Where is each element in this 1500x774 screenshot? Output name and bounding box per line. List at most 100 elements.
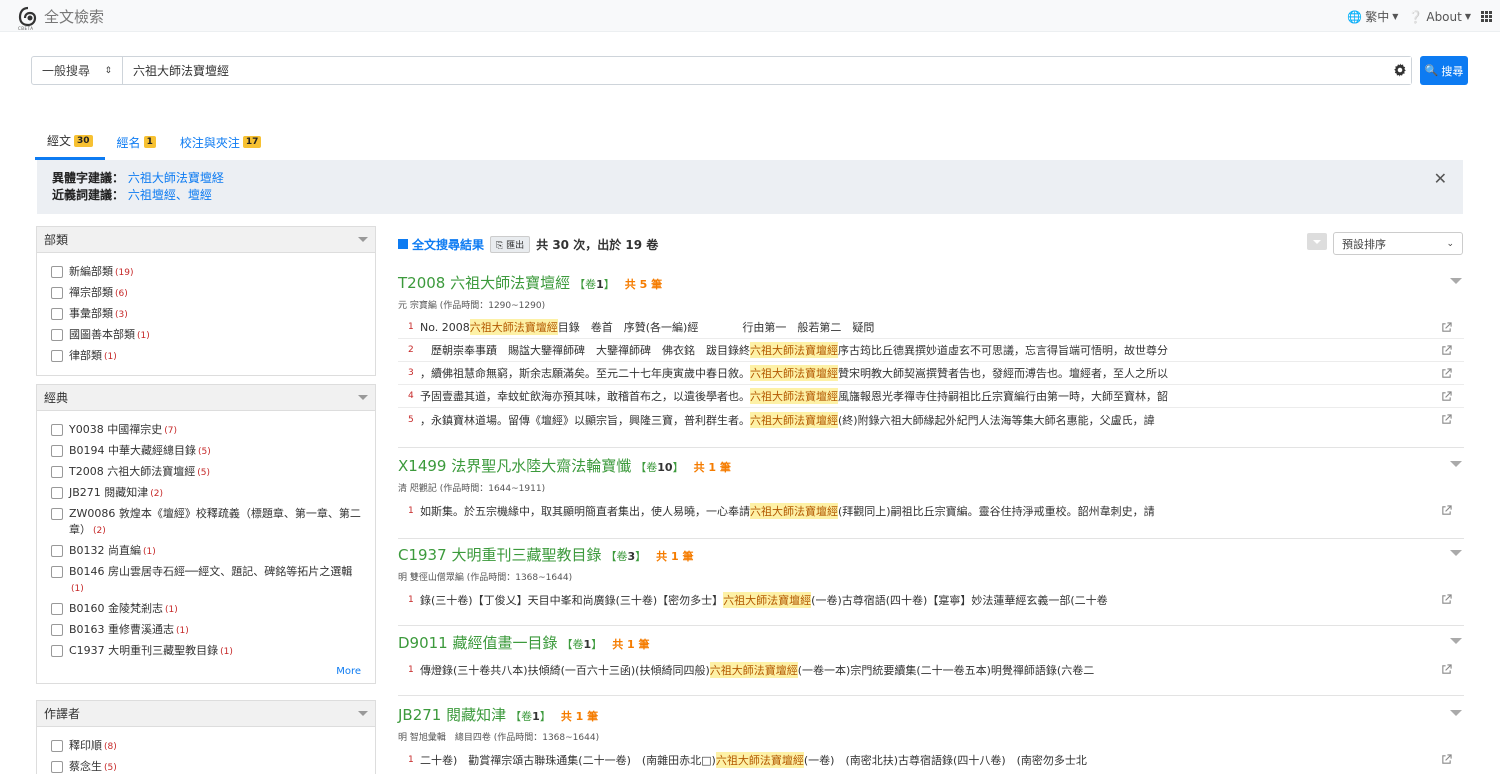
more-link[interactable]: More xyxy=(51,666,361,677)
tab-title[interactable]: 經名 1 xyxy=(105,128,168,160)
facet-item[interactable]: 新編部類 (19) xyxy=(51,264,361,281)
facet-header[interactable]: 部類 xyxy=(37,227,375,253)
facet-header[interactable]: 作譯者 xyxy=(37,701,375,727)
search-type-select[interactable]: 一般搜尋 ⇕ xyxy=(32,57,123,84)
facet-item[interactable]: 律部類 (1) xyxy=(51,348,361,365)
checkbox[interactable] xyxy=(51,329,63,341)
facet-item[interactable]: 事彙部類 (3) xyxy=(51,306,361,323)
caret-down-icon[interactable] xyxy=(1450,278,1462,284)
result-tabs: 經文 30 經名 1 校注與夾注 17 xyxy=(35,128,273,160)
facet-item[interactable]: JB271 閱藏知津 (2) xyxy=(51,485,361,502)
hit-row[interactable]: 1 傳燈錄(三十卷共八本)扶傾綺(一百六十三函)(扶傾綺同四般) 六祖大師法寶壇經(… xyxy=(398,658,1464,681)
external-link-icon[interactable] xyxy=(1441,414,1452,425)
work-title[interactable]: D9011 藏經值畫一目錄 【卷1】共 1 筆 xyxy=(398,632,1464,653)
checkbox[interactable] xyxy=(51,466,63,478)
facet-item[interactable]: B0132 尚直編 (1) xyxy=(51,543,361,560)
hit-row[interactable]: 1 No. 2008 六祖大師法寶壇經 目錄 卷首 序贊(各一編)經 行由第一 般若第… xyxy=(398,316,1464,339)
total-count: 共 1 筆 xyxy=(560,710,599,723)
hit-row[interactable]: 1 二十卷) 勸賞禪宗頌古聯珠通集(二十一卷) (南雜田赤北□) 六祖大師法寶壇經(… xyxy=(398,748,1464,771)
facet-item[interactable]: 禪宗部類 (6) xyxy=(51,285,361,302)
variant-link[interactable]: 六祖大師法寶壇経 xyxy=(128,171,224,185)
external-link-icon[interactable] xyxy=(1441,754,1452,765)
checkbox[interactable] xyxy=(51,603,63,615)
work-title[interactable]: JB271 閱藏知津 【卷1】共 1 筆 xyxy=(398,704,1464,725)
facet-item[interactable]: B0194 中華大藏經總目錄 (5) xyxy=(51,443,361,460)
checkbox[interactable] xyxy=(51,761,63,773)
caret-down-icon[interactable] xyxy=(1450,710,1462,716)
work-meta: 明 雙徑山僧眾編 (作品時間：1368~1644) xyxy=(398,573,573,583)
tab-notes[interactable]: 校注與夾注 17 xyxy=(168,128,274,160)
hit-row[interactable]: 5 ，永鎮寶林道場。留傳《壇經》以顯宗旨，興隆三寶，普利群生者。 六祖大師法寶壇經(… xyxy=(398,408,1464,431)
globe-icon: 🌐 xyxy=(1347,9,1363,24)
external-link-icon[interactable] xyxy=(1441,594,1452,605)
total-count: 共 5 筆 xyxy=(624,278,663,291)
tab-text[interactable]: 經文 30 xyxy=(35,128,105,160)
checkbox[interactable] xyxy=(51,424,63,436)
caret-down-icon[interactable] xyxy=(1450,461,1462,467)
facet-item[interactable]: B0146 房山雲居寺石經──經文、題記、碑銘等拓片之選輯(1) xyxy=(51,564,361,597)
hit-row[interactable]: 3 ，續佛祖慧命無窮，斯余志願滿矣。至元二十七年庚寅歲中春日敘。 六祖大師法寶壇經贊… xyxy=(398,362,1464,385)
checkbox[interactable] xyxy=(51,445,63,457)
work-title[interactable]: T2008 六祖大師法寶壇經 【卷1】共 5 筆 xyxy=(398,272,1464,293)
results-header: 全文搜尋結果 ⎘ 匯出 共 30 次，出於 19 卷 xyxy=(398,233,1464,255)
checkbox[interactable] xyxy=(51,645,63,657)
facet-item[interactable]: 國圖善本部類 (1) xyxy=(51,327,361,344)
close-icon[interactable]: ✕ xyxy=(1434,170,1447,187)
hit-row[interactable]: 2 歷朝崇奉事蹟 賜諡大鑒禪師碑 大鑒禪師碑 佛衣銘 跋目錄終 六祖大師法寶壇經序… xyxy=(398,339,1464,362)
app-title[interactable]: 全文檢索 xyxy=(44,6,104,27)
facet-item[interactable]: 釋印順 (8) xyxy=(51,738,361,755)
facet-header[interactable]: 經典 xyxy=(37,385,375,411)
facet-item[interactable]: Y0038 中國禪宗史 (7) xyxy=(51,422,361,439)
facet-item[interactable]: 蔡念生 (5) xyxy=(51,759,361,774)
caret-down-icon xyxy=(358,395,368,400)
apps-grid-icon[interactable] xyxy=(1481,11,1492,22)
caret-down-icon[interactable] xyxy=(1450,550,1462,556)
checkbox[interactable] xyxy=(51,508,63,520)
about-menu[interactable]: ❔ About ▼ xyxy=(1408,10,1471,24)
export-button[interactable]: ⎘ 匯出 xyxy=(490,235,531,253)
variant-suggestion: 異體字建議： 六祖大師法寶壇経 xyxy=(52,171,224,185)
work-title[interactable]: X1499 法界聖凡水陸大齋法輪寶懺 【卷10】共 1 筆 xyxy=(398,455,1464,476)
checkbox[interactable] xyxy=(51,287,63,299)
hit-row[interactable]: 4 予固壹盡其道，幸蚊虻飲海亦預其味，敢稽首布之，以遺後學者也。 六祖大師法寶壇經風… xyxy=(398,385,1464,408)
work-meta: 元 宗寶編 (作品時間：1290~1290) xyxy=(398,301,546,311)
external-link-icon[interactable] xyxy=(1441,345,1452,356)
external-link-icon[interactable] xyxy=(1441,322,1452,333)
facet-category: 部類 新編部類 (19) 禪宗部類 (6) 事彙部類 (3) 國圖善本部類 (1) 律部… xyxy=(36,226,376,376)
language-menu[interactable]: 🌐 繁中 ▼ xyxy=(1347,8,1398,25)
checkbox[interactable] xyxy=(51,545,63,557)
gear-icon[interactable] xyxy=(1393,63,1407,77)
checkbox[interactable] xyxy=(51,624,63,636)
facet-item[interactable]: B0163 重修曹溪通志 (1) xyxy=(51,622,361,639)
external-link-icon[interactable] xyxy=(1441,391,1452,402)
work-title[interactable]: C1937 大明重刊三藏聖教目錄 【卷3】共 1 筆 xyxy=(398,544,1464,565)
hit-row[interactable]: 1 錄(三十卷)【丁俊乂】天目中峯和尚廣錄(三十卷)【密勿多士】 六祖大師法寶壇經(… xyxy=(398,588,1464,611)
facet-list: 釋印順 (8) 蔡念生 (5) xyxy=(37,727,375,774)
search-input[interactable] xyxy=(123,57,1411,84)
checkbox[interactable] xyxy=(51,308,63,320)
facet-item[interactable]: ZW0086 敦煌本《壇經》校釋疏義（標題章、第一章、第二章） (2) xyxy=(51,506,361,539)
synonym-link[interactable]: 六祖壇經 xyxy=(128,188,176,202)
external-link-icon[interactable] xyxy=(1441,505,1452,516)
sort-select[interactable]: 預設排序 ⌄ xyxy=(1333,232,1463,255)
external-link-icon[interactable] xyxy=(1441,368,1452,379)
facet-canon: 經典 Y0038 中國禪宗史 (7) B0194 中華大藏經總目錄 (5) T200… xyxy=(36,384,376,684)
external-link-icon[interactable] xyxy=(1441,664,1452,675)
checkbox[interactable] xyxy=(51,350,63,362)
caret-down-icon[interactable] xyxy=(1450,638,1462,644)
hit-row[interactable]: 1 如斯集。於五宗機緣中，取其顯明簡直者集出，使人易曉，一心奉請 六祖大師法寶壇經(… xyxy=(398,499,1464,522)
caret-down-icon: ▼ xyxy=(1392,12,1399,21)
checkbox[interactable] xyxy=(51,566,63,578)
checkbox[interactable] xyxy=(51,487,63,499)
tab-count-badge: 30 xyxy=(74,134,93,147)
checkbox[interactable] xyxy=(51,740,63,752)
collapse-all-button[interactable] xyxy=(1307,233,1327,250)
facet-item[interactable]: C1937 大明重刊三藏聖教目錄 (1) xyxy=(51,643,361,660)
search-button[interactable]: 🔍 搜尋 xyxy=(1420,56,1468,85)
search-bar: 一般搜尋 ⇕ xyxy=(31,56,1412,85)
facet-item[interactable]: T2008 六祖大師法寶壇經 (5) xyxy=(51,464,361,481)
hit-list: 1 錄(三十卷)【丁俊乂】天目中峯和尚廣錄(三十卷)【密勿多士】 六祖大師法寶壇經(… xyxy=(398,588,1464,611)
facet-item[interactable]: B0160 金陵梵剎志 (1) xyxy=(51,601,361,618)
checkbox[interactable] xyxy=(51,266,63,278)
synonym-link[interactable]: 壇經 xyxy=(188,188,212,202)
